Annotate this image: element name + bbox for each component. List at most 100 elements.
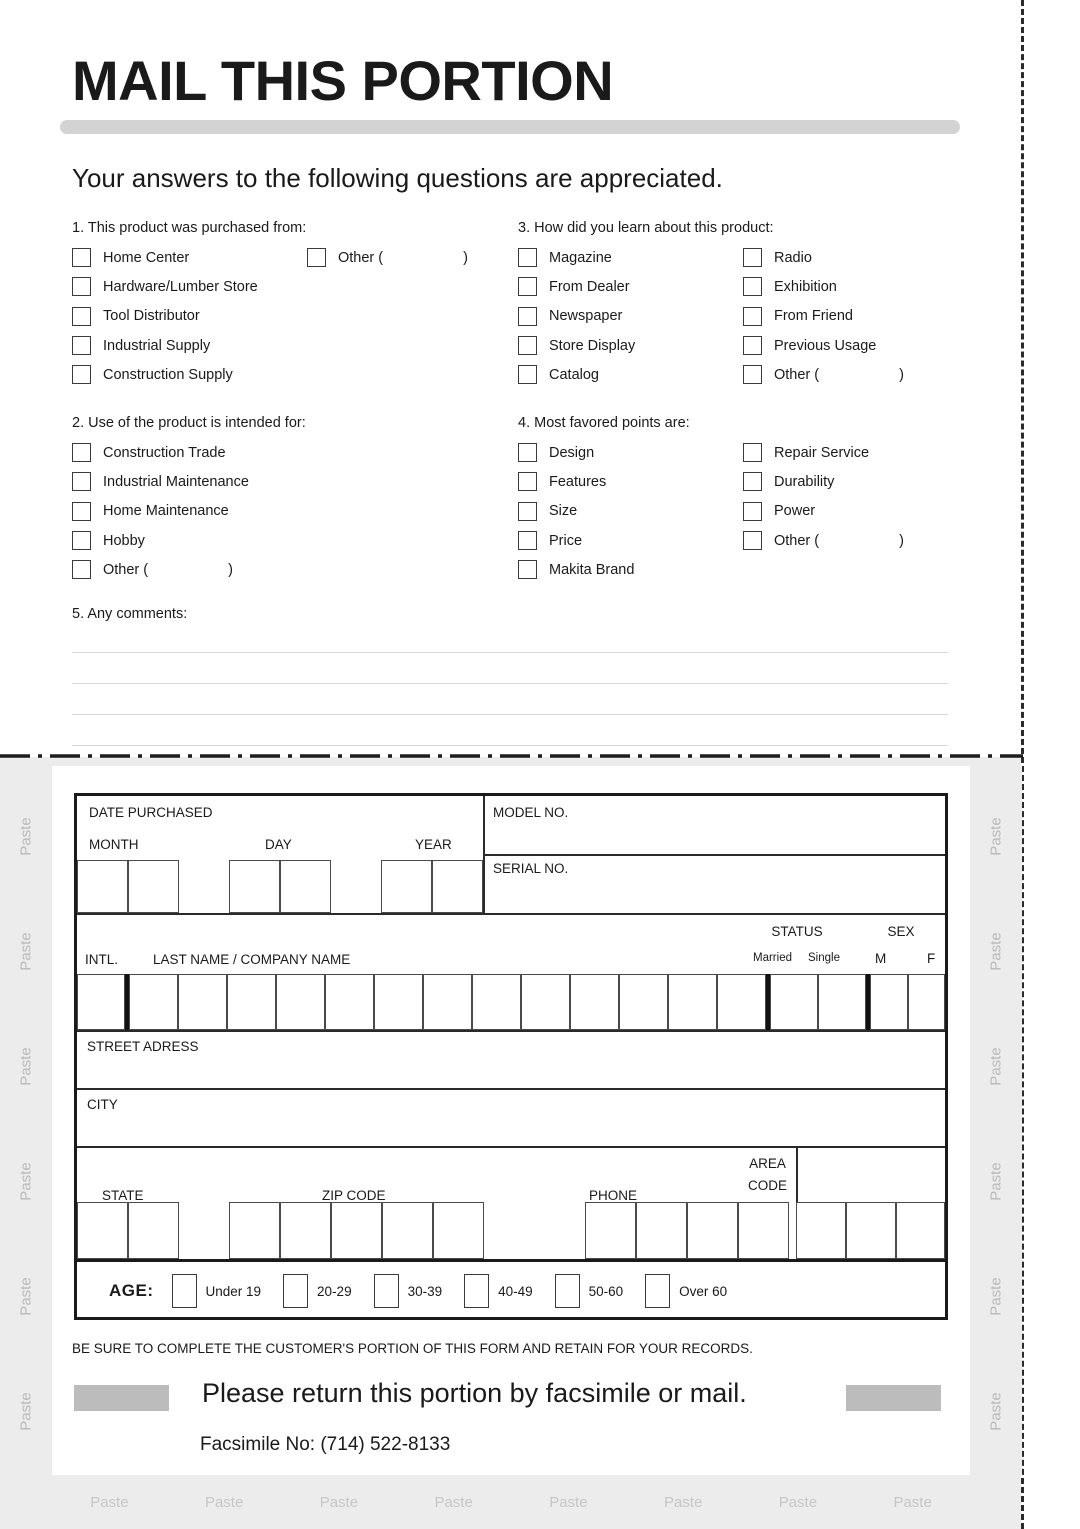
- phone-cell[interactable]: [687, 1202, 738, 1259]
- checkbox-icon[interactable]: [72, 472, 91, 492]
- option-row[interactable]: Construction Supply: [72, 360, 307, 389]
- name-cell[interactable]: [423, 974, 472, 1030]
- name-cell[interactable]: [717, 974, 766, 1030]
- option-row[interactable]: Exhibition: [743, 272, 904, 301]
- option-row-other[interactable]: Other (): [743, 526, 904, 555]
- option-row-other[interactable]: Other (): [307, 243, 468, 272]
- option-row[interactable]: Price: [518, 526, 743, 555]
- day-cell[interactable]: [229, 860, 280, 913]
- checkbox-icon[interactable]: [518, 277, 537, 297]
- area-code-cell[interactable]: [896, 1202, 945, 1259]
- option-row[interactable]: From Dealer: [518, 272, 743, 301]
- age-option[interactable]: 20-29: [283, 1274, 352, 1308]
- checkbox-icon[interactable]: [518, 248, 537, 268]
- name-cell[interactable]: [276, 974, 325, 1030]
- comment-line[interactable]: [72, 652, 948, 653]
- option-row[interactable]: Previous Usage: [743, 331, 904, 360]
- area-code-cell[interactable]: [846, 1202, 896, 1259]
- zip-cell[interactable]: [433, 1202, 484, 1259]
- age-option[interactable]: Over 60: [645, 1274, 727, 1308]
- name-cell[interactable]: [570, 974, 619, 1030]
- option-row[interactable]: Hardware/Lumber Store: [72, 272, 307, 301]
- state-cell[interactable]: [128, 1202, 179, 1259]
- phone-cell[interactable]: [738, 1202, 789, 1259]
- option-row[interactable]: Design: [518, 438, 743, 467]
- zip-cell[interactable]: [280, 1202, 331, 1259]
- phone-cell[interactable]: [636, 1202, 687, 1259]
- option-row[interactable]: Hobby: [72, 526, 249, 555]
- checkbox-icon[interactable]: [72, 277, 91, 297]
- month-cell[interactable]: [77, 860, 128, 913]
- checkbox-icon[interactable]: [72, 248, 91, 268]
- option-row-other[interactable]: Other (): [743, 360, 904, 389]
- zip-cell[interactable]: [331, 1202, 382, 1259]
- option-row[interactable]: Size: [518, 497, 743, 526]
- day-cell[interactable]: [280, 860, 331, 913]
- sex-male-cell[interactable]: [870, 974, 908, 1030]
- sex-female-cell[interactable]: [908, 974, 945, 1030]
- checkbox-icon[interactable]: [72, 365, 91, 385]
- phone-cell[interactable]: [585, 1202, 636, 1259]
- option-row[interactable]: Industrial Supply: [72, 331, 307, 360]
- checkbox-icon[interactable]: [518, 443, 537, 463]
- area-code-cell[interactable]: [796, 1202, 846, 1259]
- checkbox-icon[interactable]: [518, 336, 537, 356]
- option-row[interactable]: Tool Distributor: [72, 302, 307, 331]
- status-married-cell[interactable]: [770, 974, 818, 1030]
- option-row[interactable]: Catalog: [518, 360, 743, 389]
- checkbox-icon[interactable]: [743, 443, 762, 463]
- option-row[interactable]: Home Maintenance: [72, 497, 249, 526]
- age-option[interactable]: Under 19: [171, 1274, 261, 1308]
- checkbox-icon[interactable]: [464, 1274, 490, 1308]
- checkbox-icon[interactable]: [743, 306, 762, 326]
- state-cell[interactable]: [77, 1202, 128, 1259]
- intl-cell[interactable]: [77, 974, 125, 1030]
- checkbox-icon[interactable]: [518, 365, 537, 385]
- checkbox-icon[interactable]: [554, 1274, 580, 1308]
- comment-line[interactable]: [72, 714, 948, 715]
- checkbox-icon[interactable]: [72, 443, 91, 463]
- checkbox-icon[interactable]: [283, 1274, 309, 1308]
- zip-cell[interactable]: [229, 1202, 280, 1259]
- checkbox-icon[interactable]: [72, 501, 91, 521]
- age-option[interactable]: 40-49: [464, 1274, 533, 1308]
- option-row[interactable]: Construction Trade: [72, 438, 249, 467]
- checkbox-icon[interactable]: [518, 306, 537, 326]
- age-option[interactable]: 50-60: [554, 1274, 623, 1308]
- zip-cell[interactable]: [382, 1202, 433, 1259]
- option-row[interactable]: Magazine: [518, 243, 743, 272]
- checkbox-icon[interactable]: [518, 501, 537, 521]
- checkbox-icon[interactable]: [645, 1274, 671, 1308]
- option-row-other[interactable]: Other (): [72, 555, 249, 584]
- comment-line[interactable]: [72, 683, 948, 684]
- checkbox-icon[interactable]: [171, 1274, 197, 1308]
- name-cell[interactable]: [521, 974, 570, 1030]
- checkbox-icon[interactable]: [743, 472, 762, 492]
- name-cell[interactable]: [619, 974, 668, 1030]
- checkbox-icon[interactable]: [518, 560, 537, 580]
- name-cell[interactable]: [374, 974, 423, 1030]
- year-cell[interactable]: [381, 860, 432, 913]
- name-cell[interactable]: [668, 974, 717, 1030]
- checkbox-icon[interactable]: [518, 531, 537, 551]
- name-cell[interactable]: [325, 974, 374, 1030]
- checkbox-icon[interactable]: [72, 560, 91, 580]
- name-cell[interactable]: [129, 974, 178, 1030]
- checkbox-icon[interactable]: [743, 531, 762, 551]
- option-row[interactable]: Store Display: [518, 331, 743, 360]
- name-cell[interactable]: [472, 974, 521, 1030]
- option-row[interactable]: Radio: [743, 243, 904, 272]
- option-row[interactable]: Newspaper: [518, 302, 743, 331]
- checkbox-icon[interactable]: [72, 306, 91, 326]
- checkbox-icon[interactable]: [307, 248, 326, 268]
- checkbox-icon[interactable]: [373, 1274, 399, 1308]
- checkbox-icon[interactable]: [743, 501, 762, 521]
- option-row[interactable]: Durability: [743, 467, 904, 496]
- age-option[interactable]: 30-39: [373, 1274, 442, 1308]
- option-row[interactable]: Home Center: [72, 243, 307, 272]
- checkbox-icon[interactable]: [743, 365, 762, 385]
- checkbox-icon[interactable]: [72, 531, 91, 551]
- option-row[interactable]: From Friend: [743, 302, 904, 331]
- checkbox-icon[interactable]: [518, 472, 537, 492]
- checkbox-icon[interactable]: [72, 336, 91, 356]
